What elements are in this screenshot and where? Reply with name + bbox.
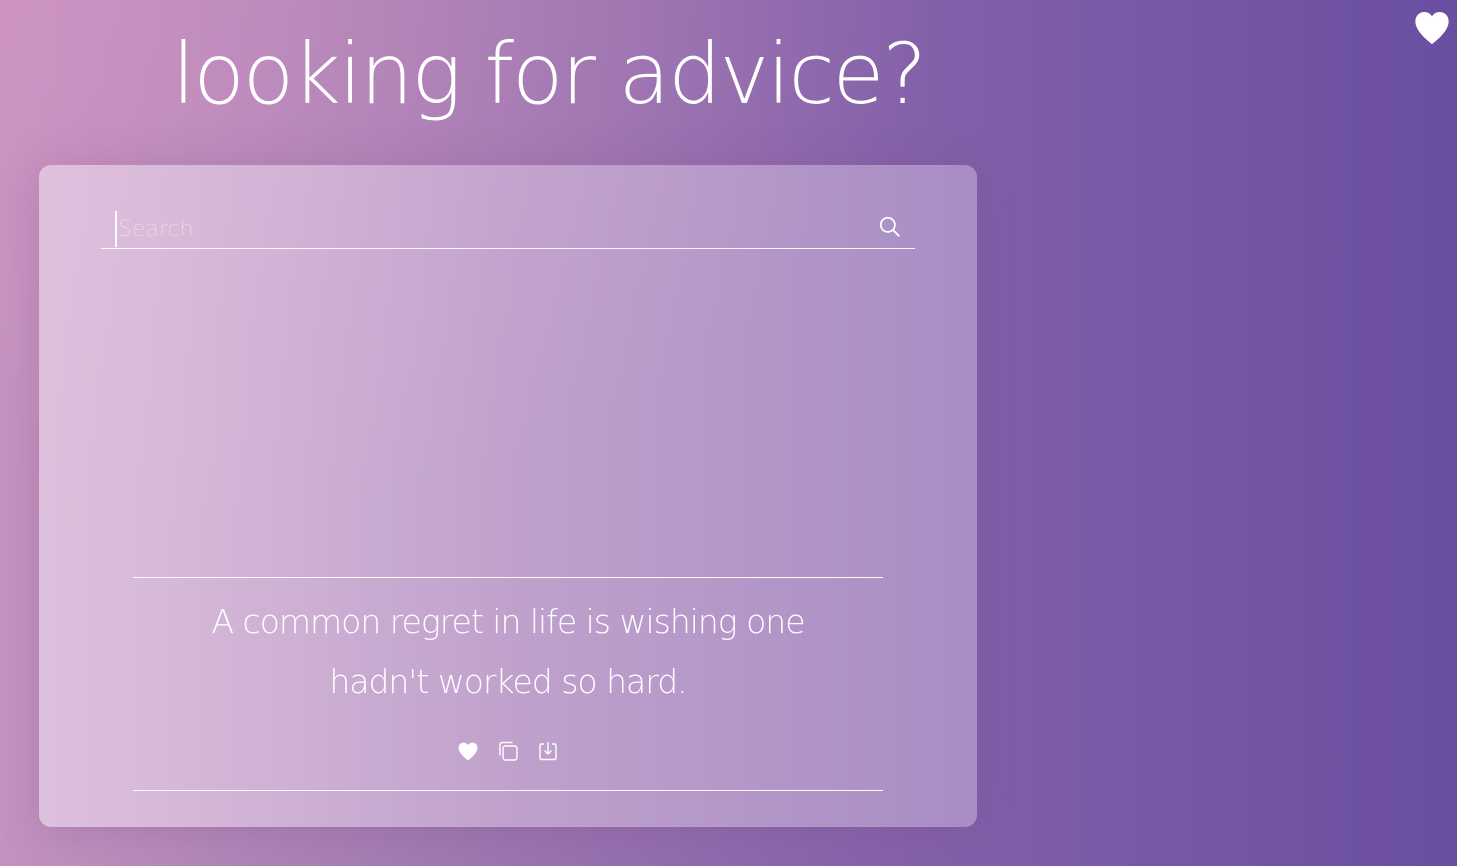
search-bar — [101, 207, 915, 249]
search-input[interactable] — [115, 211, 860, 247]
download-button[interactable] — [536, 739, 560, 763]
heart-icon — [1415, 12, 1449, 45]
search-button[interactable] — [877, 214, 903, 240]
advice-card: A common regret in life is wishing one h… — [39, 165, 977, 827]
page-title: looking for advice? — [172, 25, 927, 123]
advice-text: A common regret in life is wishing one h… — [211, 602, 805, 701]
heart-icon — [458, 742, 478, 761]
like-button[interactable] — [456, 739, 480, 763]
download-icon — [539, 742, 557, 761]
advice-block: A common regret in life is wishing one h… — [133, 577, 883, 791]
favorites-button[interactable] — [1412, 8, 1452, 46]
search-icon — [879, 216, 900, 237]
copy-icon — [499, 741, 518, 761]
copy-button[interactable] — [496, 739, 520, 763]
advice-actions — [133, 736, 883, 766]
